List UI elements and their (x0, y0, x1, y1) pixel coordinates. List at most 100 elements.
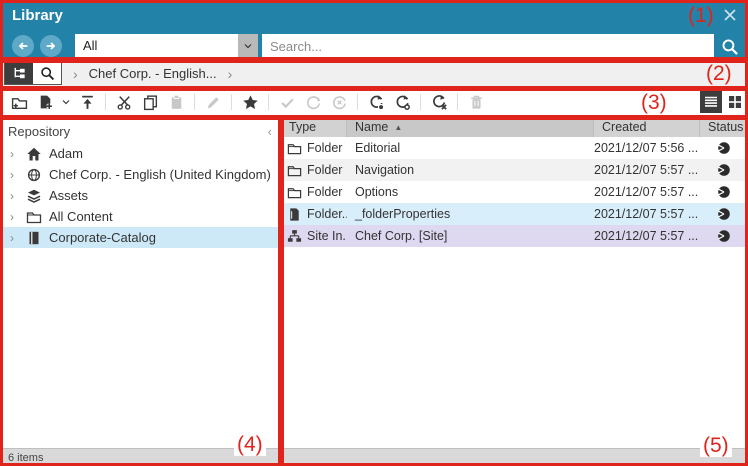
table-body: FolderEditorial2021/12/07 5:56 ...Folder… (281, 137, 748, 247)
expand-chevron-icon[interactable]: › (10, 231, 26, 245)
check-icon (279, 94, 296, 111)
tree-view-button[interactable] (5, 63, 33, 84)
publish-preview-button[interactable] (390, 90, 414, 114)
chevron-right-icon: › (73, 66, 78, 82)
status-cell (700, 207, 748, 221)
expand-chevron-icon[interactable]: › (10, 210, 26, 224)
search-input[interactable] (262, 34, 714, 58)
sort-asc-icon: ▲ (394, 123, 402, 132)
new-folder-button[interactable] (7, 90, 31, 114)
workflow-reject-button[interactable] (327, 90, 351, 114)
type-cell: Folder (281, 185, 347, 200)
titlebar: Library (0, 0, 748, 32)
repository-panel: Repository ‹ ›Adam›Chef Corp. - English … (0, 117, 281, 466)
paste-button[interactable] (164, 90, 188, 114)
cut-button[interactable] (112, 90, 136, 114)
breadcrumb: › Chef Corp. - English... › (0, 60, 748, 88)
new-options-button[interactable] (59, 90, 73, 114)
table-row[interactable]: Folder..._folderProperties2021/12/07 5:5… (281, 203, 748, 225)
right-status-bar (281, 448, 748, 466)
created-cell: 2021/12/07 5:57 ... (594, 229, 700, 243)
upload-button[interactable] (75, 90, 99, 114)
collapse-panel-icon[interactable]: ‹ (268, 124, 272, 139)
table-row[interactable]: FolderEditorial2021/12/07 5:56 ... (281, 137, 748, 159)
chevron-down-icon (60, 96, 72, 108)
favorite-button[interactable] (238, 90, 262, 114)
toolbar-separator (231, 94, 232, 110)
forward-button[interactable] (40, 35, 62, 57)
type-label: Folder (307, 141, 342, 155)
tree-item[interactable]: ›All Content (0, 206, 280, 227)
status-icon (717, 185, 731, 199)
upload-icon (79, 94, 96, 111)
created-cell: 2021/12/07 5:57 ... (594, 207, 700, 221)
table-row[interactable]: FolderOptions2021/12/07 5:57 ... (281, 181, 748, 203)
type-label: Folder (307, 163, 342, 177)
expand-chevron-icon[interactable]: › (10, 147, 26, 161)
type-cell: Folder (281, 163, 347, 178)
expand-chevron-icon[interactable]: › (10, 189, 26, 203)
type-cell: Folder (281, 141, 347, 156)
column-label: Status (708, 120, 743, 134)
toolbar (0, 88, 748, 117)
copy-button[interactable] (138, 90, 162, 114)
folder-icon (287, 141, 302, 156)
folder-icon (287, 185, 302, 200)
tree-item[interactable]: › Chef Corp. - English (United Kingdom) (0, 164, 280, 185)
created-cell: 2021/12/07 5:56 ... (594, 141, 700, 155)
new-file-button[interactable] (33, 90, 57, 114)
grid-view-button[interactable] (724, 91, 746, 113)
page-icon (287, 207, 302, 222)
edit-button[interactable] (201, 90, 225, 114)
window-title: Library (12, 7, 63, 24)
column-header-created[interactable]: Created (594, 117, 700, 137)
workflow-icon (305, 94, 322, 111)
search-icon[interactable] (719, 36, 741, 58)
tree-item-label: Chef Corp. - English (United Kingdom) (49, 167, 271, 182)
approve-button[interactable] (275, 90, 299, 114)
tree-item[interactable]: ›Corporate-Catalog (0, 227, 280, 248)
folder-icon (26, 209, 42, 225)
unpublish-button[interactable] (427, 90, 451, 114)
tree-item[interactable]: ›Assets (0, 185, 280, 206)
scope-dropdown[interactable]: All (75, 34, 258, 58)
toolbar-separator (420, 94, 421, 110)
status-icon (717, 207, 731, 221)
paste-icon (168, 94, 185, 111)
created-cell: 2021/12/07 5:57 ... (594, 185, 700, 199)
status-icon (717, 141, 731, 155)
list-view-button[interactable] (700, 91, 722, 113)
name-cell: _folderProperties (347, 207, 594, 221)
delete-button[interactable] (464, 90, 488, 114)
breadcrumb-item[interactable]: Chef Corp. - English... (89, 66, 217, 81)
chevron-down-icon[interactable] (238, 34, 258, 58)
close-icon[interactable] (722, 7, 740, 25)
type-label: Site In... (307, 229, 347, 243)
column-header-status[interactable]: Status (700, 117, 748, 137)
type-cell: Site In... (281, 229, 347, 244)
column-header-name[interactable]: Name▲ (347, 117, 594, 137)
tree-item[interactable]: ›Adam (0, 143, 280, 164)
table-row[interactable]: Site In...Chef Corp. [Site]2021/12/07 5:… (281, 225, 748, 247)
folder-icon (287, 163, 302, 178)
expand-chevron-icon[interactable]: › (10, 168, 26, 182)
layers-icon (26, 188, 42, 204)
book-icon (26, 230, 42, 246)
globe-icon (26, 167, 42, 183)
left-status-bar: 6 items (0, 448, 280, 466)
trash-icon (468, 94, 485, 111)
table-header: TypeName▲Created Status (281, 117, 748, 137)
library-window: Library All (0, 0, 748, 466)
chevron-right-icon: › (228, 66, 233, 82)
workflow-button[interactable] (301, 90, 325, 114)
search-view-button[interactable] (33, 63, 61, 84)
publish-button[interactable] (364, 90, 388, 114)
toolbar-separator (457, 94, 458, 110)
name-cell: Navigation (347, 163, 594, 177)
column-header-type[interactable]: Type (281, 117, 347, 137)
repository-tree: ›Adam›Chef Corp. - English (United Kingd… (0, 143, 280, 248)
scope-dropdown-value: All (75, 34, 238, 58)
table-row[interactable]: FolderNavigation2021/12/07 5:57 ... (281, 159, 748, 181)
status-icon (717, 163, 731, 177)
back-button[interactable] (12, 35, 34, 57)
